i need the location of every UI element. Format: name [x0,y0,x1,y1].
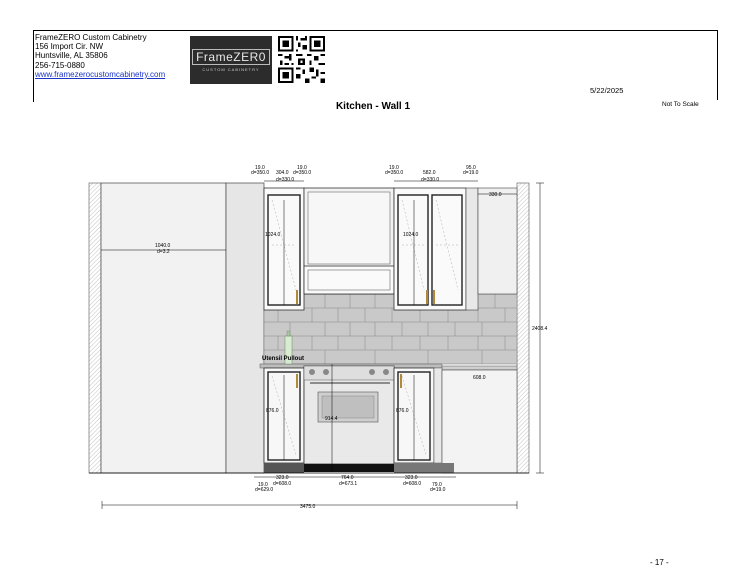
dim-left-upper-depth: d=330.0 [276,177,294,183]
dim-right-upper-height: 1024.0 [403,232,419,238]
page-number: - 17 - [650,558,669,567]
utensil-pullout-label: Utensil Pullout [262,356,304,362]
dim-left-upper-width: 304.0 [276,170,289,176]
dim-right-base-depth2: d=608.0 [403,481,421,487]
dim-left-base-depth: d=608.0 [273,481,291,487]
elevation-drawing: 19.0 d=350.0 304.0 d=330.0 19.0 d=350.0 … [88,165,548,510]
dim-right-top-width: 330.0 [489,192,502,198]
dim-right-base-width: 608.0 [473,375,486,381]
dim-left-base-height: 876.0 [266,408,279,414]
right-upper-cabinet [393,187,467,311]
dim-base-gap-right-d: d=19.0 [430,487,446,493]
dim-right-upper-depth: d=330.0 [421,177,439,183]
right-top-panel [477,187,518,295]
dim-overall-width: 3475.0 [300,504,316,510]
dim-right-upper-width: 582.0 [423,170,436,176]
left-wall-hatch [88,182,102,474]
dim-left-upper-gap2-d: d=350.0 [293,170,311,176]
dim-overall-height: 2408.4 [532,326,548,332]
dim-right-base-height: 876.0 [396,408,409,414]
dim-range-depth: d=673.1 [339,481,357,487]
right-wall-hatch [516,182,530,474]
countertop-right [441,365,518,371]
dim-range-height: 914.4 [325,416,338,422]
left-tall-panel [100,182,227,474]
left-end-panel [225,182,265,474]
dim-right-upper-gap1-d: d=350.0 [385,170,403,176]
dim-left-upper-gap1-d: d=350.0 [251,170,269,176]
dim-base-gap-left-d: d=629.0 [255,487,273,493]
dim-right-upper-gap2-d: d=19.0 [463,170,479,176]
right-base-panel [441,369,518,474]
dim-left-upper-height: 1024.0 [265,232,281,238]
dim-left-panel-depth: d=3.2 [157,249,170,255]
